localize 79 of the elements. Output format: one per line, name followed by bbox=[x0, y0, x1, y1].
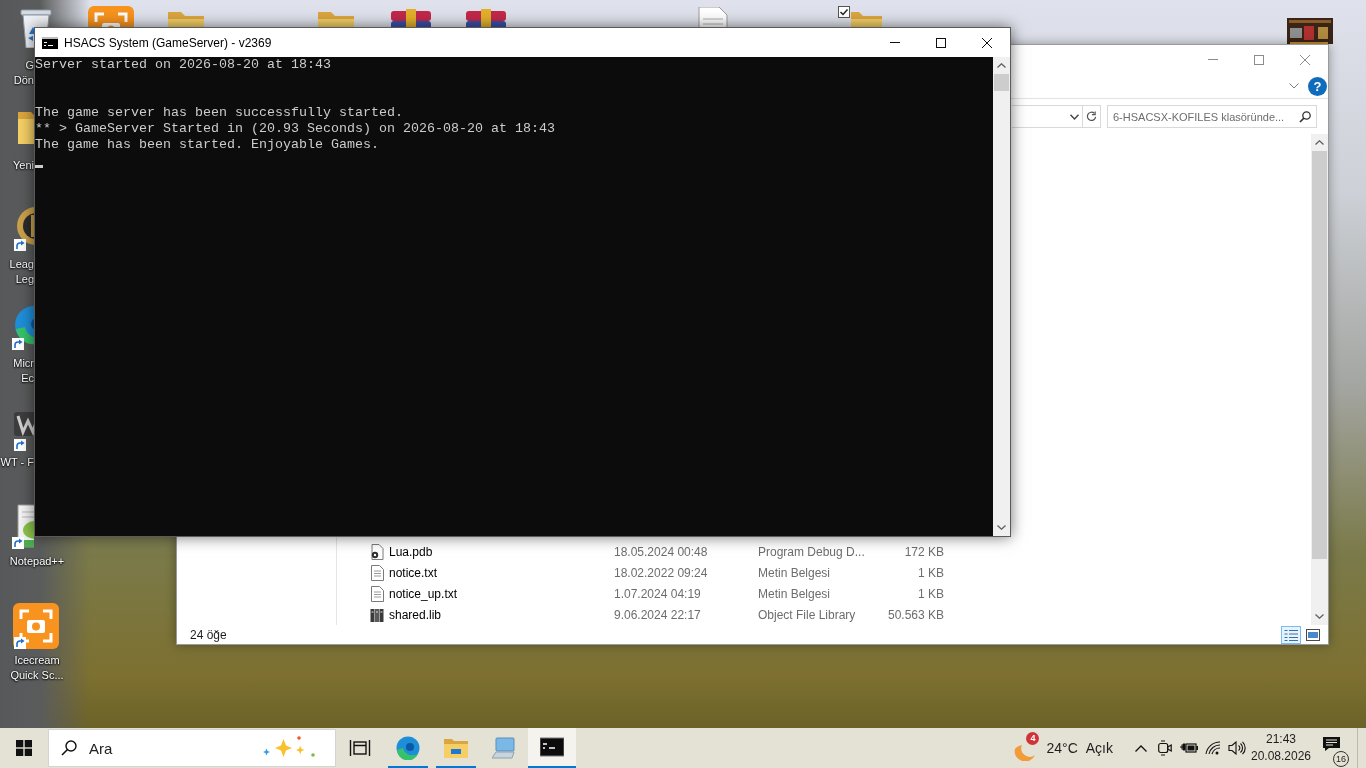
search-icon bbox=[1299, 110, 1311, 123]
icon-label: G Dön bbox=[13, 58, 34, 88]
file-size: 50.563 KB bbox=[887, 607, 944, 622]
document-icon[interactable] bbox=[698, 7, 728, 27]
clock-time[interactable]: 21:43 bbox=[1266, 731, 1296, 748]
terminal-icon bbox=[42, 36, 58, 49]
help-button[interactable]: ? bbox=[1308, 76, 1327, 96]
window-title: HSACS System (GameServer) - v2369 bbox=[64, 35, 272, 50]
preview-pane-icon bbox=[1306, 628, 1320, 641]
vertical-scrollbar[interactable] bbox=[993, 57, 1010, 536]
details-view-button[interactable] bbox=[1281, 625, 1301, 644]
image-thumbnail-icon[interactable] bbox=[1287, 18, 1333, 44]
notification-count-badge: 16 bbox=[1333, 751, 1349, 767]
icon-label: Leag Leg bbox=[9, 257, 34, 287]
file-type: Metin Belgesi bbox=[758, 586, 831, 601]
chevron-down-icon bbox=[1289, 83, 1299, 89]
text-document-icon bbox=[370, 585, 384, 602]
item-count: 24 öğe bbox=[190, 627, 227, 642]
output-line: The game server has been successfully started. bbox=[35, 105, 403, 121]
search-field[interactable]: 6-HSACSX-KOFILES klasöründe... bbox=[1107, 105, 1317, 128]
icon-label: Yeni bbox=[13, 158, 34, 173]
wifi-icon bbox=[1205, 741, 1221, 755]
speaker-icon bbox=[1228, 741, 1246, 755]
alert-badge: 4 bbox=[1026, 732, 1040, 745]
maximize-icon bbox=[1254, 54, 1264, 65]
file-size: 1 KB bbox=[918, 565, 944, 580]
camera-app-icon[interactable] bbox=[87, 5, 136, 27]
terminal-icon bbox=[540, 736, 564, 760]
message-icon[interactable] bbox=[1323, 737, 1340, 751]
file-name[interactable]: notice.txt bbox=[389, 565, 438, 580]
weather-condition: Açık bbox=[1085, 740, 1113, 756]
text-document-icon bbox=[370, 564, 384, 581]
file-date: 18.02.2022 09:24 bbox=[614, 565, 708, 580]
temperature: 24°C bbox=[1046, 740, 1078, 756]
file-size: 1 KB bbox=[918, 586, 944, 601]
windows-logo-icon bbox=[16, 740, 32, 756]
file-name[interactable]: Lua.pdb bbox=[389, 544, 433, 559]
camera-app-icon[interactable] bbox=[12, 602, 60, 650]
output-line: Server started on 2026-08-20 at 18:43 bbox=[35, 57, 331, 73]
file-date: 18.05.2024 00:48 bbox=[614, 544, 708, 559]
task-view-icon bbox=[349, 739, 371, 757]
file-type: Object File Library bbox=[758, 607, 856, 622]
books-icon bbox=[370, 606, 384, 623]
icon-label: Icecream Quick Sc... bbox=[10, 653, 64, 683]
clock-date[interactable]: 20.08.2026 bbox=[1250, 748, 1312, 765]
battery-icon bbox=[1180, 742, 1198, 754]
crescent-moon-icon[interactable] bbox=[1014, 742, 1037, 761]
document-gear-icon bbox=[370, 543, 384, 560]
refresh-button[interactable] bbox=[1083, 105, 1101, 128]
file-size: 172 KB bbox=[904, 544, 944, 559]
search-field[interactable]: Ara bbox=[48, 729, 336, 767]
vertical-scrollbar[interactable] bbox=[1311, 134, 1328, 625]
scrollbar-thumb[interactable] bbox=[1312, 151, 1327, 559]
icon-label: Notepad++ bbox=[9, 554, 65, 569]
file-name[interactable]: shared.lib bbox=[389, 607, 442, 622]
terminal-button[interactable] bbox=[528, 728, 576, 768]
minimize-icon bbox=[890, 42, 900, 43]
scrollbar-thumb[interactable] bbox=[994, 74, 1009, 91]
refresh-icon bbox=[1086, 111, 1097, 122]
laptop-icon bbox=[492, 736, 516, 760]
folder-icon bbox=[444, 736, 468, 760]
icon-label: WT - F bbox=[0, 455, 34, 470]
chevron-up-icon bbox=[1135, 744, 1147, 752]
search-icon bbox=[61, 740, 77, 756]
icon-label: Micr Ec bbox=[13, 356, 34, 386]
file-type: Program Debug D... bbox=[758, 544, 865, 559]
file-name[interactable]: notice_up.txt bbox=[389, 586, 458, 601]
camera-icon bbox=[1158, 740, 1172, 756]
browser-icon bbox=[396, 736, 420, 760]
file-type: Metin Belgesi bbox=[758, 565, 831, 580]
output-line: ** > GameServer Started in (20.93 Seconds) on 2026-08-20 at 18:43 bbox=[35, 121, 555, 137]
text-cursor bbox=[35, 165, 43, 168]
details-list-icon bbox=[1284, 628, 1298, 641]
checkbox-icon[interactable] bbox=[838, 6, 850, 18]
file-date: 9.06.2024 22:17 bbox=[614, 607, 701, 622]
output-line: The game has been started. Enjoyable Games. bbox=[35, 137, 379, 153]
minimize-icon bbox=[1208, 59, 1218, 60]
file-date: 1.07.2024 04:19 bbox=[614, 586, 701, 601]
maximize-icon bbox=[936, 37, 946, 48]
